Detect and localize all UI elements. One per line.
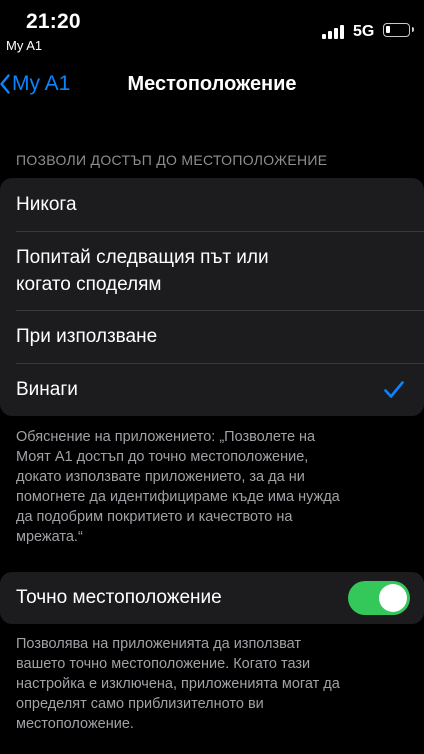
network-type: 5G [353, 23, 375, 40]
footer-line: определят само приблизителното ви [16, 696, 264, 712]
battery-icon [383, 23, 414, 37]
status-time: 21:20 [26, 10, 81, 33]
option-ask-next-time[interactable]: Попитай следващия път или когато споделя… [0, 232, 424, 310]
precise-location-toggle[interactable] [348, 581, 410, 615]
location-access-options: Никога Попитай следващия път или когато … [0, 178, 424, 416]
option-never[interactable]: Никога [0, 178, 424, 231]
option-always[interactable]: Винаги [0, 364, 424, 416]
back-button[interactable]: My A1 [0, 62, 70, 106]
precise-location-label: Точно местоположение [16, 587, 222, 608]
footer-line: местоположение. [16, 716, 134, 732]
option-label: Винаги [16, 379, 78, 400]
section-header: ПОЗВОЛИ ДОСТЪП ДО МЕСТОПОЛОЖЕНИЕ [16, 152, 328, 168]
footer-line: вашето точно местоположение. Когато тази [16, 656, 311, 672]
signal-icon [322, 25, 346, 39]
precise-location-footer: Позволява на приложенията да използват в… [16, 634, 406, 734]
app-explanation: Обяснение на приложението: „Позволете на… [16, 427, 406, 547]
chevron-left-icon [0, 74, 10, 94]
toggle-knob [379, 584, 407, 612]
explanation-line: помогнете да идентифицираме къде има нуж… [16, 489, 340, 505]
back-button-label: My A1 [12, 72, 71, 95]
navigation-bar: Местоположение My A1 [0, 62, 424, 106]
explanation-line: докато използвате приложението, за да ни [16, 469, 305, 485]
status-bar: 21:20 My A1 5G [0, 0, 424, 56]
explanation-line: мрежата.“ [16, 529, 83, 545]
footer-line: настройка е изключена, приложенията мога… [16, 676, 340, 692]
status-back-app[interactable]: My A1 [6, 38, 42, 53]
explanation-line: Обяснение на приложението: „Позволете на [16, 429, 316, 445]
option-label-line2: когато споделям [16, 274, 162, 295]
option-label: При използване [16, 326, 158, 347]
option-label: Попитай следващия път или [16, 247, 269, 268]
option-while-using[interactable]: При използване [0, 311, 424, 363]
checkmark-icon [384, 381, 404, 398]
explanation-line: Моят А1 достъп до точно местоположение, [16, 449, 309, 465]
precise-location-group: Точно местоположение [0, 572, 424, 624]
footer-line: Позволява на приложенията да използват [16, 636, 302, 652]
option-label: Никога [16, 193, 77, 215]
explanation-line: да подобрим покритието и качеството на [16, 509, 293, 525]
